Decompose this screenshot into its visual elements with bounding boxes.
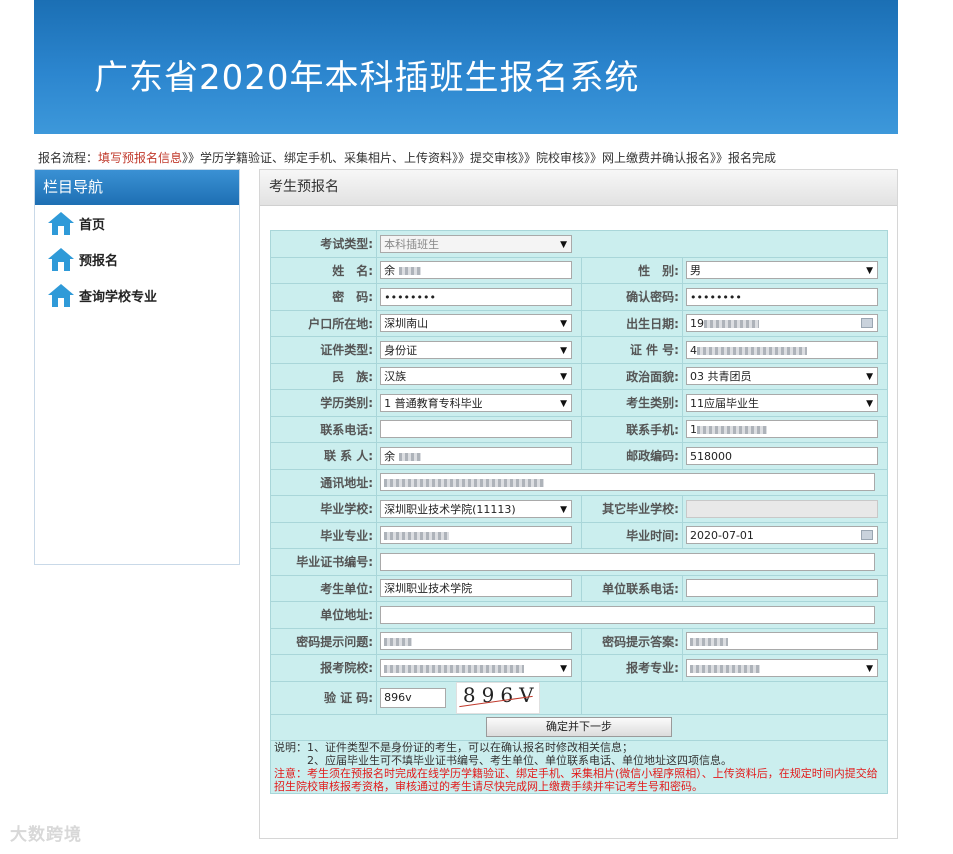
warning-note: 注意：考生须在预报名时完成在线学历学籍验证、绑定手机、采集相片(微信小程序照相）… xyxy=(274,767,878,793)
employer-address-input[interactable] xyxy=(380,605,876,624)
employer-phone-input[interactable] xyxy=(685,579,878,598)
main-panel: 考生预报名 考试类型: 本科插班生 姓 名: 余 性 别: 男 密 码: •••… xyxy=(259,169,898,839)
submit-next-button[interactable]: 确定并下一步 xyxy=(486,717,672,738)
field-label: 学历类别: xyxy=(269,389,378,417)
sidebar-item-home[interactable]: 首页 xyxy=(35,205,239,241)
postcode-input[interactable]: 518000 xyxy=(685,446,878,465)
school-select[interactable]: 深圳职业技术学院(11113) xyxy=(380,499,573,519)
captcha-input[interactable]: 896v xyxy=(380,687,447,708)
home-icon xyxy=(48,284,74,307)
apply-school-select[interactable] xyxy=(380,658,573,678)
field-label: 密码提示答案: xyxy=(581,627,683,655)
field-label: 考生类别: xyxy=(581,389,683,417)
candidate-type-select[interactable]: 11应届毕业生 xyxy=(685,393,878,413)
field-label: 政治面貌: xyxy=(581,362,683,390)
process-breadcrumb: 报名流程：填写预报名信息》》学历学籍验证、绑定手机、采集相片、上传资料》》提交审… xyxy=(38,149,776,166)
flow-prefix: 报名流程： xyxy=(38,151,99,165)
sidebar-title: 栏目导航 xyxy=(35,170,239,205)
birth-date-input[interactable]: 19 xyxy=(685,314,878,333)
sidebar-item-label: 查询学校专业 xyxy=(79,289,158,305)
site-title: 广东省2020年本科插班生报名系统 xyxy=(94,58,640,98)
id-type-select[interactable]: 身份证 xyxy=(380,340,573,360)
sidebar-item-preregister[interactable]: 预报名 xyxy=(35,241,239,277)
field-label: 其它毕业学校: xyxy=(581,495,683,523)
field-label: 单位联系电话: xyxy=(581,574,683,602)
name-input[interactable]: 余 xyxy=(380,261,573,280)
cert-number-input[interactable] xyxy=(380,552,876,571)
field-label: 民 族: xyxy=(269,362,378,390)
sidebar: 栏目导航 首页 预报名 查询学校专业 xyxy=(34,169,240,565)
id-number-input[interactable]: 4 xyxy=(685,340,878,359)
field-label: 报考专业: xyxy=(581,654,683,682)
employer-input[interactable]: 深圳职业技术学院 xyxy=(380,579,573,598)
site-header: 广东省2020年本科插班生报名系统 xyxy=(34,0,898,134)
field-label: 联系手机: xyxy=(581,415,683,443)
field-label: 密 码: xyxy=(269,283,378,311)
field-label: 毕业专业: xyxy=(269,521,378,549)
field-label: 毕业时间: xyxy=(581,521,683,549)
field-label: 毕业证书编号: xyxy=(269,548,378,576)
field-label: 证件类型: xyxy=(269,336,378,364)
field-label: 确认密码: xyxy=(581,283,683,311)
other-school-input[interactable] xyxy=(685,499,878,518)
watermark: 大数跨境 xyxy=(10,825,82,845)
field-label: 考试类型: xyxy=(269,230,378,258)
political-select[interactable]: 03 共青团员 xyxy=(685,367,878,386)
flow-current-step: 填写预报名信息 xyxy=(98,151,183,165)
grad-time-input[interactable]: 2020-07-01 xyxy=(685,526,878,545)
confirm-password-input[interactable]: •••••••• xyxy=(685,287,878,306)
flow-rest: 》》学历学籍验证、绑定手机、采集相片、上传资料》》提交审核》》院校审核》》网上缴… xyxy=(182,151,777,165)
home-icon xyxy=(48,248,74,271)
field-label: 通讯地址: xyxy=(269,468,378,496)
panel-title: 考生预报名 xyxy=(260,170,897,206)
mobile-input[interactable]: 1 xyxy=(685,420,878,439)
captcha-image[interactable]: 896V xyxy=(455,681,540,714)
hukou-select[interactable]: 深圳南山 xyxy=(380,314,573,333)
field-label: 单位地址: xyxy=(269,601,378,629)
note-line-2: 2、应届毕业生可不填毕业证书编号、考生单位、单位联系电话、单位地址这四项信息。 xyxy=(274,754,732,767)
field-label: 性 别: xyxy=(581,256,683,284)
sidebar-item-label: 预报名 xyxy=(79,253,119,269)
apply-major-select[interactable] xyxy=(685,658,878,678)
field-label: 户口所在地: xyxy=(269,309,378,337)
password-input[interactable]: •••••••• xyxy=(380,287,573,306)
field-label: 密码提示问题: xyxy=(269,627,378,655)
password-answer-input[interactable] xyxy=(685,632,878,651)
field-label: 姓 名: xyxy=(269,256,378,284)
field-label: 考生单位: xyxy=(269,574,378,602)
password-question-input[interactable] xyxy=(380,632,573,651)
note-line-1: 说明：1、证件类型不是身份证的考生，可以在确认报名时修改相关信息； xyxy=(274,741,633,754)
address-input[interactable] xyxy=(380,473,876,492)
field-label: 联 系 人: xyxy=(269,442,378,470)
major-input[interactable] xyxy=(380,526,573,545)
field-label: 报考院校: xyxy=(269,654,378,682)
home-icon xyxy=(48,212,74,235)
field-label: 毕业学校: xyxy=(269,495,378,523)
exam-type-select[interactable]: 本科插班生 xyxy=(380,234,573,254)
phone-input[interactable] xyxy=(380,420,573,439)
field-label: 联系电话: xyxy=(269,415,378,443)
ethnic-select[interactable]: 汉族 xyxy=(380,367,573,386)
notes-box: 说明：1、证件类型不是身份证的考生，可以在确认报名时修改相关信息； 2、应届毕业… xyxy=(270,740,888,794)
sidebar-item-label: 首页 xyxy=(79,217,106,233)
field-label: 出生日期: xyxy=(581,309,683,337)
gender-select[interactable]: 男 xyxy=(685,261,878,280)
registration-form: 考试类型: 本科插班生 姓 名: 余 性 别: 男 密 码: •••••••• … xyxy=(269,230,889,794)
contact-input[interactable]: 余 xyxy=(380,446,573,465)
field-label: 证 件 号: xyxy=(581,336,683,364)
sidebar-item-query-major[interactable]: 查询学校专业 xyxy=(35,277,239,313)
field-label: 邮政编码: xyxy=(581,442,683,470)
edu-type-select[interactable]: 1 普通教育专科毕业 xyxy=(380,393,573,413)
field-label: 验 证 码: xyxy=(269,680,378,715)
